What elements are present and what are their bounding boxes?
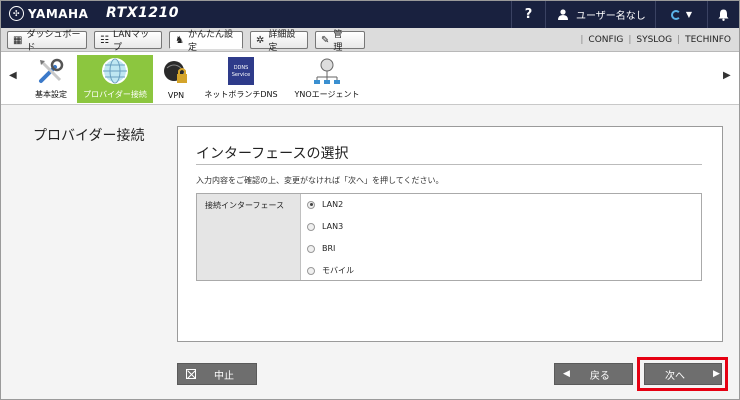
- tab-label: ダッシュボード: [26, 30, 81, 53]
- option-label: LAN3: [322, 222, 344, 231]
- interface-selection-panel: インターフェースの選択 入力内容をご確認の上、変更がなければ「次へ」を押してくだ…: [177, 126, 723, 342]
- panel-heading: インターフェースの選択: [196, 146, 349, 162]
- next-label: 次へ: [665, 370, 685, 382]
- page-title: プロバイダー接続: [33, 128, 145, 144]
- radio-option-lan2[interactable]: LAN2: [307, 200, 343, 209]
- option-label: BRI: [322, 244, 336, 253]
- back-button[interactable]: ◀ 戻る: [554, 363, 633, 385]
- user-menu[interactable]: ユーザー名なし: [545, 1, 655, 28]
- radio-icon[interactable]: [307, 266, 315, 275]
- model-name: RTX1210: [106, 5, 179, 21]
- back-label: 戻る: [589, 370, 610, 382]
- tab-lan-map[interactable]: ☷ LANマップ: [94, 30, 162, 53]
- utility-links: | CONFIG | SYSLOG | TECHINFO: [580, 35, 731, 45]
- chevron-down-icon: ▼: [685, 10, 693, 19]
- radio-icon[interactable]: [307, 244, 315, 253]
- radio-option-lan3[interactable]: LAN3: [307, 222, 343, 231]
- globe-icon: [100, 57, 130, 85]
- user-icon: [558, 9, 568, 20]
- nav-netvolante-dns[interactable]: DDNS Service ネットボランチDNS: [201, 55, 281, 103]
- radio-option-mobile[interactable]: モバイル: [307, 265, 354, 276]
- next-button[interactable]: 次へ ▶: [644, 363, 722, 385]
- status-ring-icon: [670, 9, 681, 20]
- vpn-lock-icon: [161, 59, 191, 87]
- tab-advanced-settings[interactable]: ✲ 詳細設定: [250, 30, 308, 53]
- tab-easy-setup[interactable]: ♞ かんたん設定: [169, 30, 243, 53]
- nav-yno-agent[interactable]: YNOエージェント: [289, 55, 365, 103]
- nav-basic-settings[interactable]: 基本設定: [29, 55, 73, 103]
- network-agent-icon: [312, 57, 342, 85]
- cancel-label: 中止: [214, 370, 234, 382]
- option-label: LAN2: [322, 200, 344, 209]
- radio-selected-icon[interactable]: [307, 200, 315, 209]
- notification-button[interactable]: [707, 1, 739, 28]
- nav-provider-connection[interactable]: プロバイダー接続: [77, 55, 153, 103]
- brand-name: YAMAHA: [28, 6, 89, 21]
- config-link[interactable]: CONFIG: [588, 35, 623, 45]
- nav-label: プロバイダー接続: [83, 90, 147, 99]
- radio-icon[interactable]: [307, 222, 315, 231]
- scroll-right-icon[interactable]: ▶: [723, 70, 731, 81]
- nav-label: 基本設定: [35, 90, 67, 99]
- tab-management[interactable]: ✎ 管 理: [315, 30, 365, 53]
- heading-divider: [196, 164, 702, 165]
- syslog-link[interactable]: SYSLOG: [636, 35, 672, 45]
- top-bar: ✣ YAMAHA RTX1210 ? ユーザー名なし ▼: [1, 1, 739, 28]
- bell-icon: [718, 9, 729, 21]
- close-box-icon: [186, 369, 196, 379]
- wrench-icon: ✎: [321, 34, 330, 46]
- arrow-right-icon: ▶: [713, 369, 720, 379]
- scroll-left-icon[interactable]: ◀: [9, 70, 17, 81]
- main-tab-bar: ▦ ダッシュボード ☷ LANマップ ♞ かんたん設定 ✲ 詳細設定 ✎ 管 理…: [1, 28, 739, 53]
- help-button[interactable]: ?: [511, 1, 545, 28]
- tab-label: 詳細設定: [268, 30, 296, 53]
- user-name: ユーザー名なし: [576, 11, 646, 22]
- ddns-icon-subtext: Service: [231, 72, 251, 78]
- dashboard-icon: ▦: [13, 34, 23, 46]
- cancel-button[interactable]: 中止: [177, 363, 257, 385]
- radio-option-bri[interactable]: BRI: [307, 244, 335, 253]
- tab-label: かんたん設定: [187, 30, 233, 53]
- techinfo-link[interactable]: TECHINFO: [685, 35, 731, 45]
- interface-form: 接続インターフェース LAN2 LAN3 BRI モバイル: [196, 193, 702, 281]
- yamaha-logo: ✣ YAMAHA: [9, 6, 88, 21]
- field-label: 接続インターフェース: [197, 194, 301, 280]
- gear-icon: ✲: [256, 34, 265, 46]
- nav-vpn[interactable]: VPN: [157, 55, 195, 103]
- tab-dashboard[interactable]: ▦ ダッシュボード: [7, 30, 87, 53]
- ddns-icon-text: DDNS: [233, 65, 249, 71]
- lan-map-icon: ☷: [100, 34, 109, 46]
- ddns-service-icon: DDNS Service: [226, 57, 256, 85]
- easy-setup-icon: ♞: [175, 34, 184, 46]
- tools-icon: [36, 57, 66, 85]
- setup-icon-nav: ◀ 基本設定 プロバイダー接続 VPN DDNS Service ネットボランチ…: [1, 52, 739, 105]
- tab-label: LANマップ: [112, 30, 150, 53]
- status-menu[interactable]: ▼: [655, 1, 707, 28]
- instruction-text: 入力内容をご確認の上、変更がなければ「次へ」を押してください。: [196, 176, 444, 185]
- arrow-left-icon: ◀: [563, 369, 570, 379]
- option-label: モバイル: [322, 266, 354, 275]
- nav-label: VPN: [167, 91, 185, 100]
- yamaha-tuning-fork-icon: ✣: [9, 6, 24, 21]
- tab-label: 管 理: [333, 30, 352, 53]
- nav-label: YNOエージェント: [294, 90, 360, 99]
- nav-label: ネットボランチDNS: [204, 90, 278, 99]
